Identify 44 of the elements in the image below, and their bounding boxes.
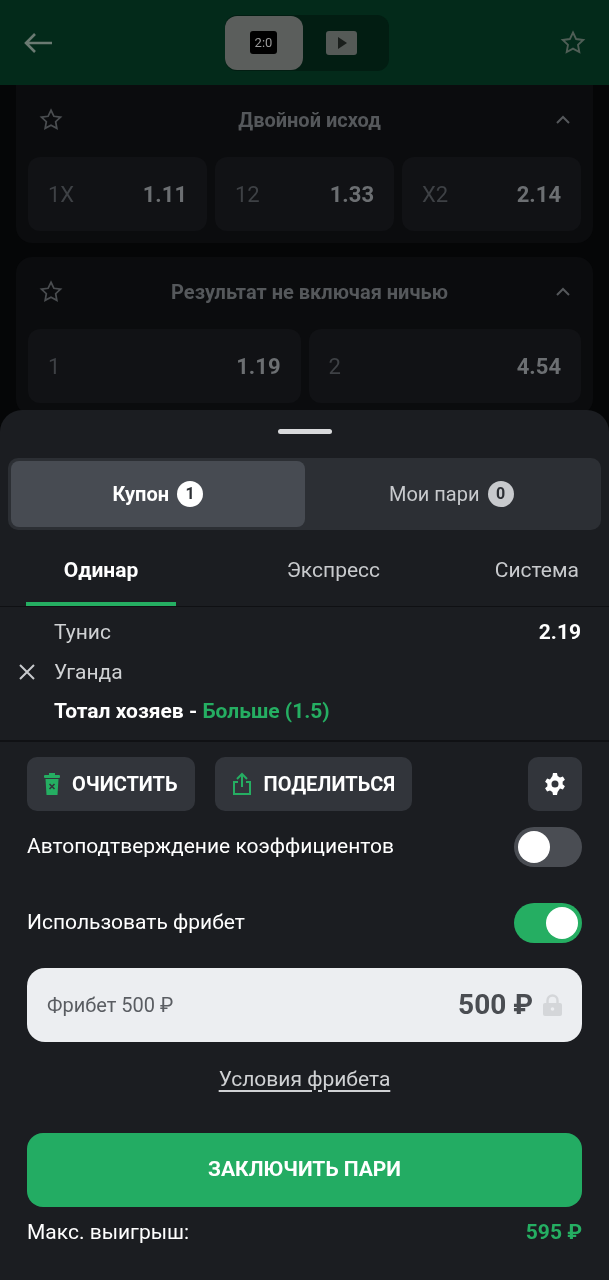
chevron-icon[interactable] bbox=[555, 115, 571, 125]
trash-icon bbox=[44, 772, 60, 795]
toggle-switch[interactable] bbox=[514, 826, 582, 867]
lock-icon bbox=[543, 993, 562, 1016]
play-icon bbox=[326, 30, 357, 55]
favorite-star-icon[interactable] bbox=[559, 28, 587, 57]
odds-value: 2.14 bbox=[516, 180, 561, 209]
score-text: 2:0 bbox=[249, 30, 278, 55]
drag-handle[interactable] bbox=[277, 429, 332, 434]
share-icon bbox=[231, 771, 252, 796]
clear-button[interactable]: ОЧИСТИТЬ bbox=[27, 756, 195, 811]
freebet-terms-link[interactable]: Условия фрибета bbox=[218, 1063, 391, 1095]
bet-type-tab[interactable]: Одинар bbox=[26, 540, 176, 606]
odds-value: 1.33 bbox=[329, 180, 374, 209]
odds-value: 1.11 bbox=[142, 180, 187, 209]
toggle-switch[interactable] bbox=[514, 902, 582, 943]
back-arrow-icon[interactable] bbox=[22, 30, 54, 55]
bet-type-tab[interactable]: Система bbox=[490, 540, 583, 606]
score-tab[interactable]: 2:0 bbox=[224, 15, 303, 70]
count-badge: 0 bbox=[487, 481, 514, 507]
freebet-field[interactable]: Фрибет 500 ₽ 500 ₽ bbox=[27, 967, 582, 1042]
setting-label: Использовать фрибет bbox=[27, 908, 245, 936]
bet-type-tab[interactable]: Экспресс bbox=[282, 540, 385, 606]
count-badge: 1 bbox=[177, 481, 203, 507]
star-icon[interactable] bbox=[38, 107, 64, 133]
chevron-icon[interactable] bbox=[555, 287, 571, 297]
coupon-tab[interactable]: Купон 1 bbox=[11, 461, 305, 527]
bet-odds: 2.19 bbox=[538, 619, 581, 646]
market-title: Двойной исход bbox=[237, 107, 382, 134]
odds-value: 4.54 bbox=[516, 352, 561, 381]
star-icon[interactable] bbox=[38, 279, 64, 305]
settings-icon bbox=[543, 771, 567, 796]
market-title: Результат не включая ничью bbox=[170, 279, 449, 306]
max-win-value: 595 ₽ bbox=[525, 1219, 582, 1246]
settings-button[interactable] bbox=[528, 756, 582, 811]
team-name: Тунис bbox=[54, 619, 111, 646]
coupon-tab[interactable]: Мои пари 0 bbox=[304, 461, 598, 527]
close-icon[interactable] bbox=[18, 663, 36, 682]
max-win-label: Макс. выигрыш: bbox=[27, 1219, 190, 1246]
share-button[interactable]: ПОДЕЛИТЬСЯ bbox=[214, 756, 413, 811]
odds-value: 1.19 bbox=[236, 352, 281, 381]
team-name: Уганда bbox=[54, 658, 124, 686]
bet-selection: Тотал хозяев - Больше (1.5) bbox=[54, 698, 331, 725]
setting-label: Автоподтверждение коэффициентов bbox=[27, 832, 394, 860]
